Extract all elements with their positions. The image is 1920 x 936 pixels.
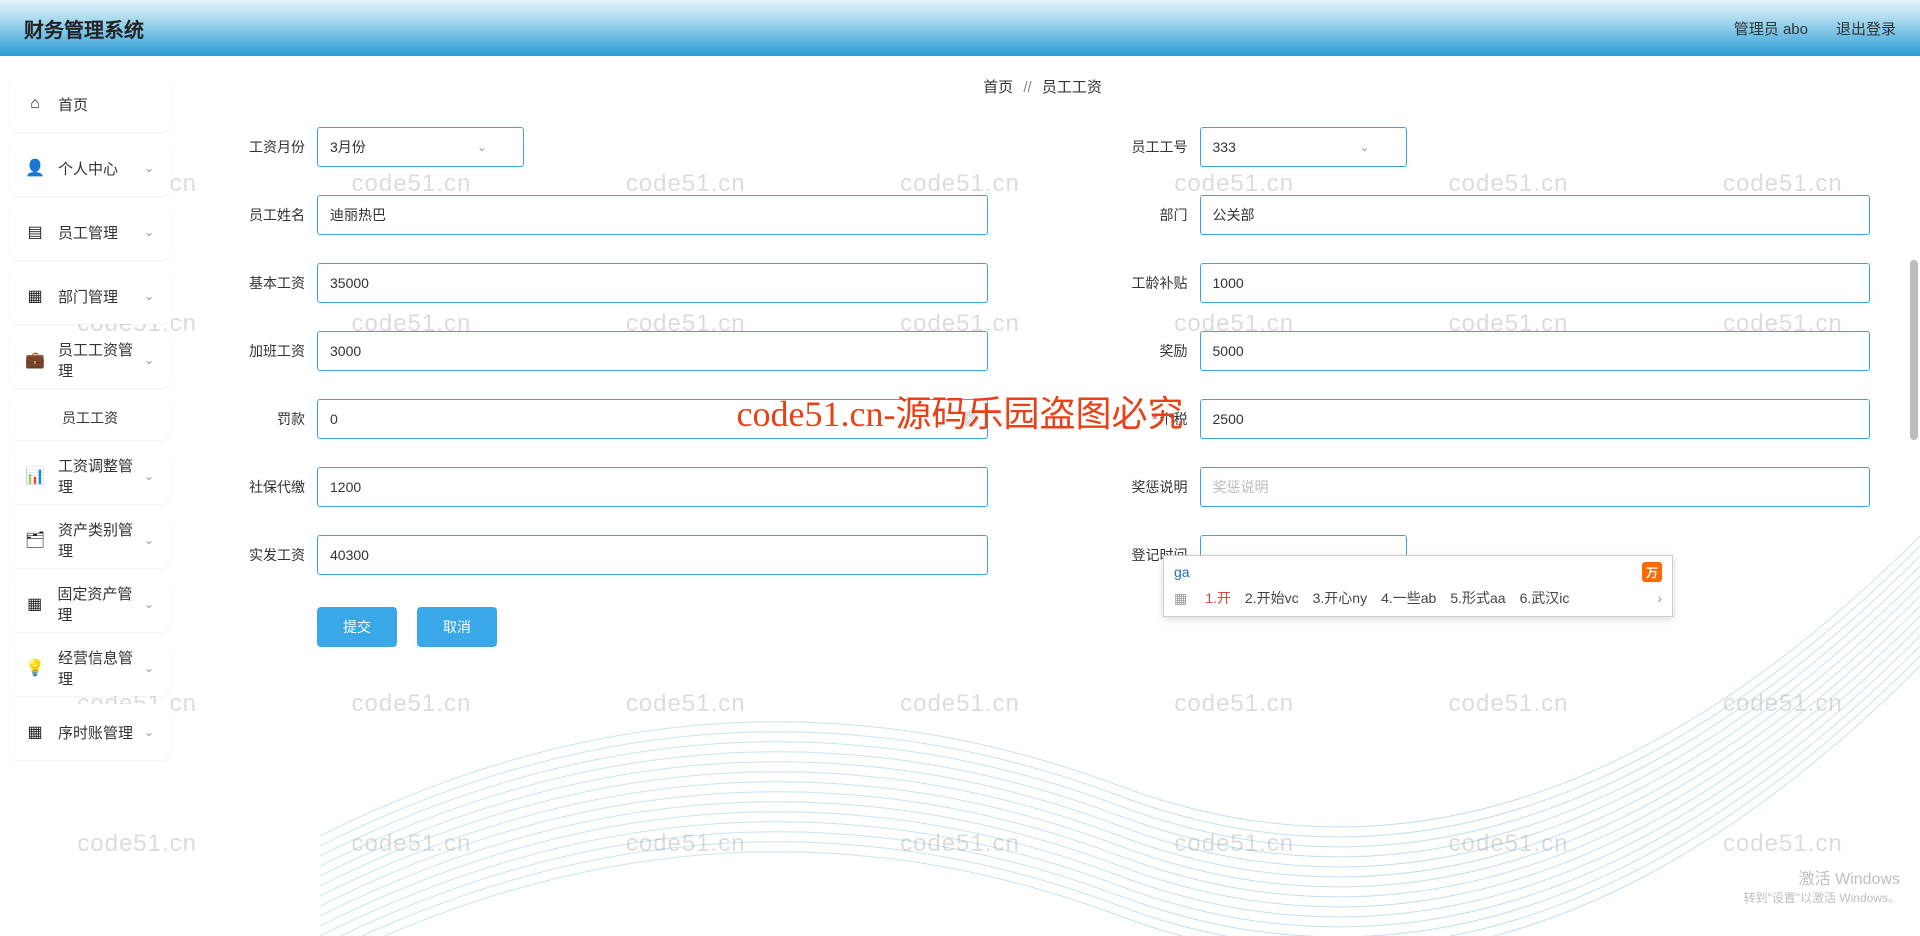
sidebar-item-business[interactable]: 💡 经营信息管理⌄ <box>10 640 170 696</box>
breadcrumb-home[interactable]: 首页 <box>983 79 1013 96</box>
label-seniority: 工龄补贴 <box>1098 273 1188 293</box>
label-tax: *个税 <box>1098 409 1188 429</box>
input-name[interactable] <box>317 195 988 235</box>
label-base: 基本工资 <box>215 273 305 293</box>
chevron-down-icon: ⌄ <box>144 161 154 175</box>
input-penalty[interactable] <box>317 399 988 439</box>
input-tax[interactable] <box>1200 399 1871 439</box>
chevron-down-icon: ⌄ <box>144 725 154 739</box>
chevron-down-icon: ⌄ <box>144 597 154 611</box>
label-net: 实发工资 <box>215 545 305 565</box>
ime-candidate[interactable]: 1.开 <box>1205 588 1231 608</box>
sidebar-item-department[interactable]: ▦ 部门管理 ⌄ <box>10 268 170 324</box>
sidebar-sub-salary[interactable]: 员工工资 <box>10 396 170 440</box>
chevron-down-icon: ⌄ <box>144 661 154 675</box>
sidebar-item-label: 员工工资管理 <box>58 339 144 381</box>
sidebar-item-label: 员工工资 <box>62 408 118 428</box>
select-empno[interactable] <box>1200 127 1407 167</box>
chevron-down-icon: ⌄ <box>144 225 154 239</box>
list-icon: ▤ <box>26 223 44 241</box>
breadcrumb-sep: // <box>1023 79 1031 96</box>
app-title: 财务管理系统 <box>24 14 144 43</box>
submit-button[interactable]: 提交 <box>317 607 397 647</box>
header: 财务管理系统 管理员 abo 退出登录 <box>0 0 1920 56</box>
ime-candidate[interactable]: 5.形式aa <box>1450 588 1505 608</box>
sidebar-item-label: 工资调整管理 <box>58 455 144 497</box>
sidebar-item-salary[interactable]: 💼 员工工资管理⌄ <box>10 332 170 388</box>
breadcrumb-current: 员工工资 <box>1042 79 1102 96</box>
sidebar-item-label: 经营信息管理 <box>58 647 144 689</box>
ime-candidate[interactable]: 3.开心ny <box>1313 588 1367 608</box>
sidebar-item-label: 首页 <box>58 94 88 115</box>
sidebar-item-employee[interactable]: ▤ 员工管理 ⌄ <box>10 204 170 260</box>
briefcase-icon: 💼 <box>26 351 44 369</box>
ime-candidate[interactable]: 6.武汉ic <box>1520 588 1570 608</box>
ime-composition: ga <box>1174 564 1190 580</box>
chevron-down-icon: ⌄ <box>477 140 487 154</box>
scrollbar-thumb[interactable] <box>1910 260 1918 440</box>
ime-candidate[interactable]: 4.一些ab <box>1381 588 1436 608</box>
input-social[interactable] <box>317 467 988 507</box>
sidebar-item-label: 个人中心 <box>58 158 118 179</box>
sidebar-item-journal[interactable]: ▦ 序时账管理 ⌄ <box>10 704 170 760</box>
chevron-right-icon[interactable]: › <box>1657 590 1662 606</box>
chart-icon: 📊 <box>26 467 44 485</box>
sidebar-item-label: 部门管理 <box>58 286 118 307</box>
sidebar: ⌂首页 👤个人中心⌄ ▤员工管理⌄ ▦部门管理⌄ 💼员工工资管理⌄ 员工工资 📊… <box>0 56 180 936</box>
label-dept: 部门 <box>1098 205 1188 225</box>
input-dept[interactable] <box>1200 195 1871 235</box>
ime-candidate[interactable]: 2.开始vc <box>1245 588 1299 608</box>
sidebar-item-profile[interactable]: 👤 个人中心 ⌄ <box>10 140 170 196</box>
chevron-down-icon: ⌄ <box>144 289 154 303</box>
sidebar-item-fixed-asset[interactable]: ▦ 固定资产管理⌄ <box>10 576 170 632</box>
sidebar-item-label: 序时账管理 <box>58 722 133 743</box>
sidebar-item-label: 固定资产管理 <box>57 583 144 625</box>
grid-icon: ▦ <box>26 595 43 613</box>
input-remark[interactable] <box>1200 467 1871 507</box>
cancel-button[interactable]: 取消 <box>417 607 497 647</box>
label-overtime: 加班工资 <box>215 341 305 361</box>
label-social: 社保代缴 <box>215 477 305 497</box>
grid-icon: ▦ <box>26 287 44 305</box>
chevron-down-icon: ⌄ <box>144 533 154 547</box>
logout-link[interactable]: 退出登录 <box>1836 18 1896 39</box>
input-net[interactable] <box>317 535 988 575</box>
label-remark: 奖惩说明 <box>1098 477 1188 497</box>
label-name: 员工姓名 <box>215 205 305 225</box>
label-empno: 员工工号 <box>1098 137 1188 157</box>
ime-popup: ga 万 ▦ 1.开 2.开始vc 3.开心ny 4.一些ab 5.形式aa 6… <box>1163 555 1673 617</box>
select-month[interactable] <box>317 127 524 167</box>
chevron-down-icon: ⌄ <box>144 353 154 367</box>
user-icon: 👤 <box>26 159 44 177</box>
input-bonus[interactable] <box>1200 331 1871 371</box>
admin-link[interactable]: 管理员 abo <box>1734 18 1808 39</box>
ime-logo-icon: 万 <box>1642 562 1662 582</box>
sidebar-item-label: 资产类别管理 <box>58 519 144 561</box>
sidebar-item-label: 员工管理 <box>58 222 118 243</box>
chevron-down-icon: ⌄ <box>1359 140 1369 154</box>
breadcrumb: 首页 // 员工工资 <box>215 76 1870 97</box>
input-base[interactable] <box>317 263 988 303</box>
input-overtime[interactable] <box>317 331 988 371</box>
chevron-down-icon: ⌄ <box>144 469 154 483</box>
sidebar-item-adjust[interactable]: 📊 工资调整管理⌄ <box>10 448 170 504</box>
sidebar-item-home[interactable]: ⌂ 首页 <box>10 76 170 132</box>
input-seniority[interactable] <box>1200 263 1871 303</box>
sidebar-item-asset-type[interactable]: 🗂 资产类别管理⌄ <box>10 512 170 568</box>
clear-icon[interactable]: × <box>962 411 978 427</box>
label-bonus: 奖励 <box>1098 341 1188 361</box>
home-icon: ⌂ <box>26 95 44 113</box>
salary-form: 工资月份 ⌄ 员工工号 ⌄ 员工姓名 部门 基本工资 <box>215 127 1870 575</box>
calendar-icon: ▦ <box>1174 590 1187 607</box>
label-penalty: 罚款 <box>215 409 305 429</box>
grid-icon: ▦ <box>26 723 44 741</box>
folder-icon: 🗂 <box>26 531 44 549</box>
main-content: 首页 // 员工工资 工资月份 ⌄ 员工工号 ⌄ 员工姓名 部门 <box>185 56 1920 936</box>
label-month: 工资月份 <box>215 137 305 157</box>
bulb-icon: 💡 <box>26 659 44 677</box>
